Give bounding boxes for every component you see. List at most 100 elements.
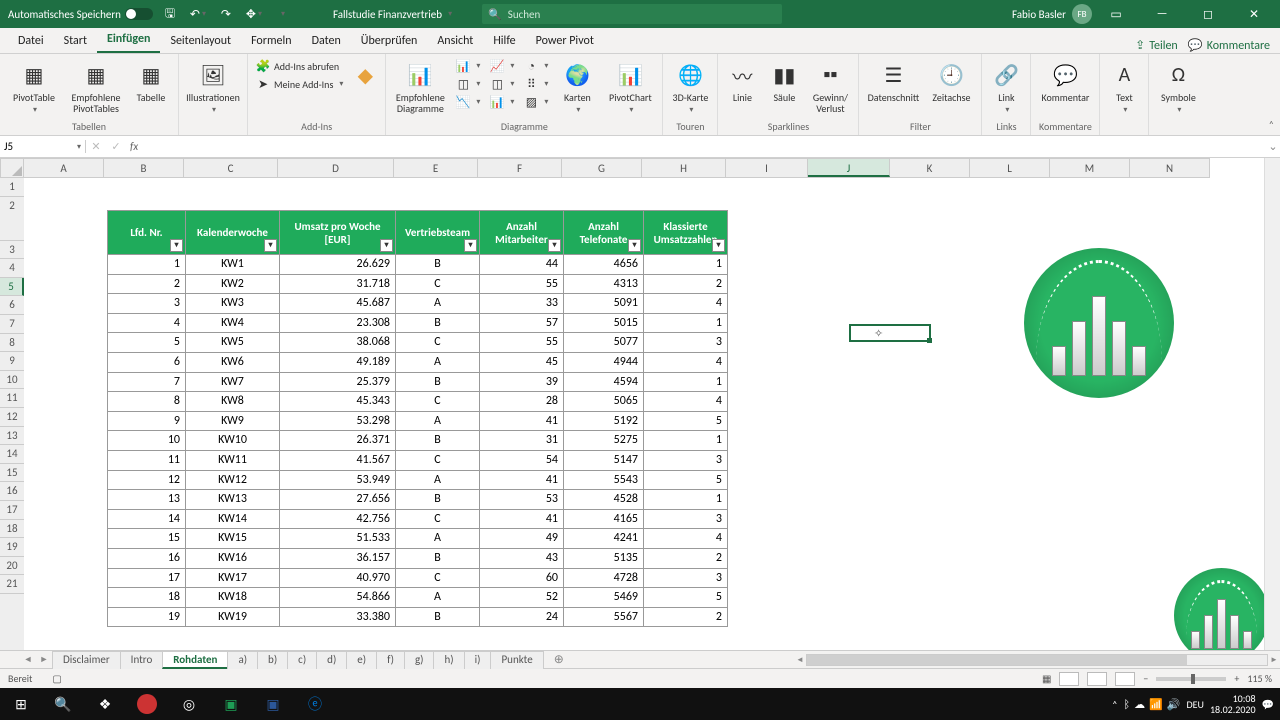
sheet-tab-intro[interactable]: Intro bbox=[120, 651, 164, 669]
cell[interactable]: KW19 bbox=[186, 607, 280, 627]
bing-maps-button[interactable]: ◆ bbox=[351, 58, 379, 90]
cell[interactable]: KW7 bbox=[186, 372, 280, 392]
row-header-5[interactable]: 5 bbox=[0, 278, 24, 297]
cell[interactable]: 3 bbox=[108, 294, 186, 314]
line-chart-button[interactable]: 📈▾ bbox=[488, 58, 516, 74]
sheet-tab-i)[interactable]: i) bbox=[464, 651, 492, 669]
pie-chart-button[interactable]: ◔▾ bbox=[522, 58, 550, 74]
cell[interactable]: 3 bbox=[644, 333, 728, 353]
notifications-icon[interactable]: 💬 bbox=[1262, 698, 1274, 711]
ribbon-tab-seitenlayout[interactable]: Seitenlayout bbox=[160, 30, 241, 53]
cell[interactable]: 13 bbox=[108, 490, 186, 510]
cell[interactable]: 45.687 bbox=[280, 294, 396, 314]
touch-mode-icon[interactable]: ✥▾ bbox=[243, 3, 265, 25]
ribbon-tab-power pivot[interactable]: Power Pivot bbox=[526, 30, 604, 53]
cell[interactable]: 38.068 bbox=[280, 333, 396, 353]
combo-chart-button[interactable]: 📊▾ bbox=[488, 94, 516, 110]
cell[interactable]: A bbox=[396, 352, 480, 372]
cell[interactable]: B bbox=[396, 431, 480, 451]
cell[interactable]: 16 bbox=[108, 548, 186, 568]
table-header[interactable]: Vertriebsteam▾ bbox=[396, 211, 480, 255]
cell[interactable]: 26.371 bbox=[280, 431, 396, 451]
cell[interactable]: 5065 bbox=[564, 392, 644, 412]
sparkline-line-button[interactable]: 〰Linie bbox=[724, 58, 760, 103]
cell[interactable]: 4528 bbox=[564, 490, 644, 510]
page-break-view-button[interactable] bbox=[1115, 672, 1135, 686]
cell[interactable]: 9 bbox=[108, 411, 186, 431]
my-addins-button[interactable]: ➤Meine Add-Ins▾ bbox=[254, 76, 345, 92]
system-tray[interactable]: ᛒ ☁ 📶 🔊 bbox=[1123, 698, 1180, 711]
sparkline-column-button[interactable]: ▮▮Säule bbox=[766, 58, 802, 103]
table-row[interactable]: 16KW1636.157B4351352 bbox=[108, 548, 728, 568]
cell[interactable]: 4313 bbox=[564, 274, 644, 294]
col-header-D[interactable]: D bbox=[278, 159, 394, 177]
cell[interactable]: 4241 bbox=[564, 529, 644, 549]
table-row[interactable]: 7KW725.379B3945941 bbox=[108, 372, 728, 392]
row-header-18[interactable]: 18 bbox=[0, 520, 24, 539]
cell[interactable]: 24 bbox=[480, 607, 564, 627]
table-header[interactable]: Anzahl Mitarbeiter▾ bbox=[480, 211, 564, 255]
filter-dropdown-icon[interactable]: ▾ bbox=[628, 239, 641, 252]
next-sheet-icon[interactable]: ► bbox=[36, 654, 52, 665]
pivotchart-button[interactable]: 📊PivotChart▾ bbox=[604, 58, 656, 115]
cell[interactable]: KW15 bbox=[186, 529, 280, 549]
cell[interactable]: 28 bbox=[480, 392, 564, 412]
cell[interactable]: 1 bbox=[644, 431, 728, 451]
cell[interactable]: 19 bbox=[108, 607, 186, 627]
winloss-chart-button[interactable]: 📉▾ bbox=[454, 94, 482, 110]
user-avatar[interactable]: FB bbox=[1072, 4, 1092, 24]
cell[interactable]: KW17 bbox=[186, 568, 280, 588]
cell[interactable]: KW13 bbox=[186, 490, 280, 510]
col-header-J[interactable]: J bbox=[808, 159, 890, 177]
pivottable-button[interactable]: ▦PivotTable▾ bbox=[6, 58, 62, 115]
cell[interactable]: 18 bbox=[108, 588, 186, 608]
row-header-20[interactable]: 20 bbox=[0, 557, 24, 576]
sheet-tab-b)[interactable]: b) bbox=[257, 651, 288, 669]
cells-area[interactable]: Lfd. Nr.▾Kalenderwoche▾Umsatz pro Woche … bbox=[24, 178, 1264, 650]
cell[interactable]: 33.380 bbox=[280, 607, 396, 627]
sheet-tab-g)[interactable]: g) bbox=[404, 651, 435, 669]
cell[interactable]: 3 bbox=[644, 509, 728, 529]
cell[interactable]: 5 bbox=[644, 470, 728, 490]
col-header-A[interactable]: A bbox=[24, 159, 104, 177]
table-row[interactable]: 5KW538.068C5550773 bbox=[108, 333, 728, 353]
cell[interactable]: B bbox=[396, 372, 480, 392]
cell[interactable]: 6 bbox=[108, 352, 186, 372]
cell[interactable]: 44 bbox=[480, 255, 564, 275]
active-cell[interactable] bbox=[849, 324, 931, 342]
sheet-tab-punkte[interactable]: Punkte bbox=[490, 651, 543, 669]
cell[interactable]: 5567 bbox=[564, 607, 644, 627]
bluetooth-icon[interactable]: ᛒ bbox=[1123, 698, 1130, 711]
row-header-3[interactable]: 3 bbox=[0, 241, 24, 260]
cell[interactable]: 4 bbox=[644, 352, 728, 372]
ribbon-tab-datei[interactable]: Datei bbox=[8, 30, 54, 53]
zoom-slider[interactable] bbox=[1156, 677, 1226, 681]
cell[interactable]: KW8 bbox=[186, 392, 280, 412]
file-name[interactable]: Fallstudie Finanzvertrieb▾ bbox=[333, 8, 452, 21]
row-header-16[interactable]: 16 bbox=[0, 482, 24, 501]
slicer-button[interactable]: ☰Datenschnitt bbox=[865, 58, 921, 103]
new-sheet-button[interactable]: ⊕ bbox=[549, 652, 569, 667]
col-header-G[interactable]: G bbox=[562, 159, 642, 177]
filter-dropdown-icon[interactable]: ▾ bbox=[548, 239, 561, 252]
table-row[interactable]: 6KW649.189A4549444 bbox=[108, 352, 728, 372]
page-layout-view-button[interactable] bbox=[1087, 672, 1107, 686]
cell[interactable]: 4944 bbox=[564, 352, 644, 372]
prev-sheet-icon[interactable]: ◄ bbox=[20, 654, 36, 665]
comment-button[interactable]: 💬Kommentar bbox=[1037, 58, 1093, 103]
cell[interactable]: 2 bbox=[644, 274, 728, 294]
cell[interactable]: C bbox=[396, 333, 480, 353]
cell[interactable]: 39 bbox=[480, 372, 564, 392]
cell[interactable]: 41.567 bbox=[280, 450, 396, 470]
sheet-tab-disclaimer[interactable]: Disclaimer bbox=[52, 651, 121, 669]
search-box[interactable]: 🔍 Suchen bbox=[482, 4, 782, 24]
filter-dropdown-icon[interactable]: ▾ bbox=[380, 239, 393, 252]
collapse-ribbon-icon[interactable]: ˄ bbox=[1269, 118, 1274, 131]
ribbon-tab-ansicht[interactable]: Ansicht bbox=[427, 30, 483, 53]
table-row[interactable]: 9KW953.298A4151925 bbox=[108, 411, 728, 431]
cell[interactable]: 54.866 bbox=[280, 588, 396, 608]
cell[interactable]: 10 bbox=[108, 431, 186, 451]
column-headers[interactable]: ABCDEFGHIJKLMN bbox=[24, 158, 1210, 178]
illustrations-button[interactable]: 🖼Illustrationen▾ bbox=[185, 58, 241, 115]
maps-button[interactable]: 🌍Karten▾ bbox=[556, 58, 598, 115]
